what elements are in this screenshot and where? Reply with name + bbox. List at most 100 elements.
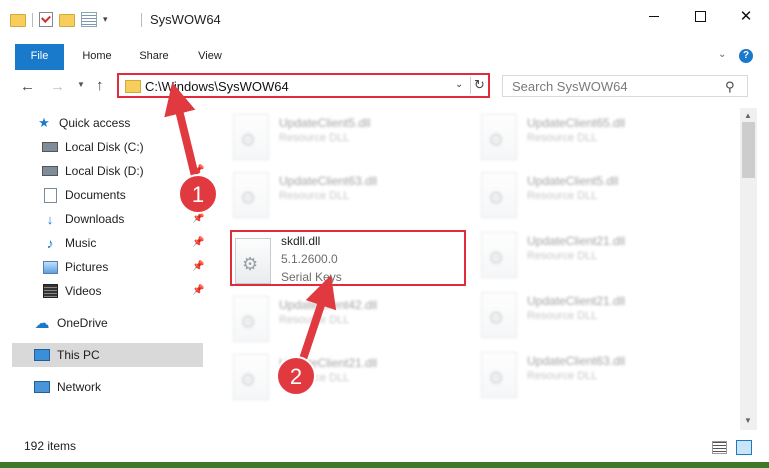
file-highlight-box — [230, 230, 466, 286]
file-tile[interactable]: UpdateClient65.dll Resource DLL — [455, 110, 692, 166]
properties-icon[interactable] — [81, 12, 97, 27]
file-name: UpdateClient21.dll — [527, 234, 626, 248]
refresh-icon[interactable]: ↻ — [474, 77, 485, 93]
sidebar-item-this-pc[interactable]: This PC — [12, 343, 203, 367]
drive-icon — [42, 166, 58, 176]
pin-icon[interactable]: 📌 — [192, 237, 204, 248]
sidebar-item-onedrive[interactable]: ☁ OneDrive — [34, 311, 108, 335]
file-tile[interactable]: UpdateClient42.dll Resource DLL — [207, 292, 444, 348]
sidebar-item-network[interactable]: Network — [34, 375, 101, 399]
address-path[interactable]: C:\Windows\SysWOW64 — [145, 79, 289, 94]
file-tile[interactable]: UpdateClient63.dll Resource DLL — [455, 348, 692, 404]
dll-file-icon — [481, 232, 517, 278]
sidebar-item-quick-access[interactable]: ★ Quick access — [36, 111, 130, 135]
address-dropdown-chevron-icon[interactable]: ⌄ — [455, 79, 463, 90]
file-name: UpdateClient63.dll — [527, 354, 626, 368]
title-divider — [141, 13, 142, 27]
file-type: Resource DLL — [527, 370, 598, 382]
file-type: Resource DLL — [279, 372, 350, 384]
search-placeholder[interactable]: Search SysWOW64 — [512, 79, 628, 94]
sidebar-item-pictures[interactable]: Pictures — [42, 255, 108, 279]
details-view-icon[interactable] — [712, 441, 727, 454]
dll-file-icon — [233, 296, 269, 342]
search-icon[interactable]: ⚲ — [725, 79, 735, 95]
download-icon: ↓ — [46, 211, 54, 227]
dll-file-icon — [233, 172, 269, 218]
file-tile[interactable]: UpdateClient5.dll Resource DLL — [207, 110, 444, 166]
sidebar-item-local-disk-c[interactable]: Local Disk (C:) — [42, 135, 144, 159]
pictures-icon — [42, 260, 58, 274]
scrollbar-thumb[interactable] — [742, 122, 755, 178]
file-type: Resource DLL — [279, 190, 350, 202]
sidebar-item-label: Pictures — [65, 260, 109, 274]
dll-file-icon — [233, 354, 269, 400]
properties-check-icon[interactable] — [39, 12, 53, 27]
up-arrow-icon[interactable]: ↑ — [96, 77, 104, 94]
dll-file-icon — [233, 114, 269, 160]
sidebar-item-label: Documents — [65, 188, 126, 202]
close-icon: ✕ — [739, 7, 753, 25]
vertical-scrollbar[interactable]: ▲ ▼ — [740, 108, 757, 430]
file-tile[interactable]: UpdateClient21.dll Resource DLL — [455, 228, 692, 284]
help-icon[interactable]: ? — [739, 49, 753, 63]
sidebar-item-label: Local Disk (D:) — [65, 164, 144, 178]
ribbon-tabs: File Home Share View ⌄ ? — [0, 44, 769, 100]
sidebar-item-downloads[interactable]: ↓ Downloads — [42, 207, 125, 231]
address-bar[interactable]: C:\Windows\SysWOW64 ⌄ ↻ — [117, 73, 490, 98]
new-folder-icon[interactable] — [59, 14, 75, 27]
toolbar-divider — [32, 12, 33, 27]
sidebar-item-label: Videos — [65, 284, 102, 298]
sidebar-item-label: OneDrive — [57, 316, 108, 330]
sidebar-item-music[interactable]: ♪ Music — [42, 231, 97, 255]
folder-icon — [125, 80, 141, 93]
navigation-bar: ← → ▼ ↑ C:\Windows\SysWOW64 ⌄ ↻ Search S… — [0, 70, 769, 102]
recent-locations-chevron-icon[interactable]: ▼ — [77, 80, 85, 89]
sidebar-item-label: Network — [57, 380, 102, 394]
dll-file-icon — [481, 352, 517, 398]
onedrive-icon: ☁ — [34, 315, 50, 332]
sidebar-item-documents[interactable]: Documents — [42, 183, 126, 207]
dll-file-icon — [481, 292, 517, 338]
star-icon: ★ — [38, 115, 50, 130]
close-button[interactable]: ✕ — [723, 0, 769, 32]
file-name: UpdateClient5.dll — [279, 116, 371, 130]
scroll-down-icon[interactable]: ▼ — [744, 416, 752, 425]
status-bar: 192 items — [0, 436, 769, 458]
pin-icon[interactable]: 📌 — [192, 213, 204, 224]
expand-ribbon-chevron-icon[interactable]: ⌄ — [718, 49, 726, 60]
large-icons-view-icon[interactable] — [736, 440, 752, 455]
maximize-icon — [694, 10, 706, 22]
chevron-down-icon[interactable]: ▾ — [103, 14, 108, 25]
file-name: UpdateClient65.dll — [527, 116, 626, 130]
explorer-window: ▾ SysWOW64 ✕ File Home Share View ⌄ ? ← … — [0, 0, 769, 462]
music-icon: ♪ — [46, 235, 54, 251]
file-name: UpdateClient21.dll — [527, 294, 626, 308]
videos-icon — [42, 284, 58, 298]
pin-icon[interactable]: 📌 — [192, 285, 204, 296]
maximize-button[interactable] — [677, 0, 723, 32]
minimize-button[interactable] — [631, 0, 677, 32]
tab-share[interactable]: Share — [134, 44, 174, 68]
tab-home[interactable]: Home — [78, 44, 116, 68]
pin-icon[interactable]: 📌 — [192, 165, 204, 176]
file-name: UpdateClient21.dll — [279, 356, 378, 370]
file-type: Resource DLL — [527, 190, 598, 202]
file-type: Resource DLL — [527, 310, 598, 322]
file-tile[interactable]: UpdateClient21.dll Resource DLL — [207, 350, 444, 406]
tab-view[interactable]: View — [192, 44, 228, 68]
back-arrow-icon[interactable]: ← — [20, 78, 35, 95]
file-type: Resource DLL — [527, 132, 598, 144]
sidebar-item-videos[interactable]: Videos — [42, 279, 101, 303]
search-box[interactable]: Search SysWOW64 ⚲ — [502, 75, 748, 97]
window-title: SysWOW64 — [150, 12, 221, 27]
file-tile[interactable]: UpdateClient21.dll Resource DLL — [455, 288, 692, 344]
sidebar-item-label: Downloads — [65, 212, 125, 226]
scroll-up-icon[interactable]: ▲ — [744, 111, 752, 120]
forward-arrow-icon[interactable]: → — [50, 78, 65, 95]
file-tile[interactable]: UpdateClient5.dll Resource DLL — [455, 168, 692, 224]
pin-icon[interactable]: 📌 — [192, 261, 204, 272]
sidebar-item-local-disk-d[interactable]: Local Disk (D:) — [42, 159, 144, 183]
minimize-icon — [649, 15, 659, 17]
file-tile[interactable]: UpdateClient63.dll Resource DLL — [207, 168, 444, 224]
computer-icon — [34, 349, 50, 361]
